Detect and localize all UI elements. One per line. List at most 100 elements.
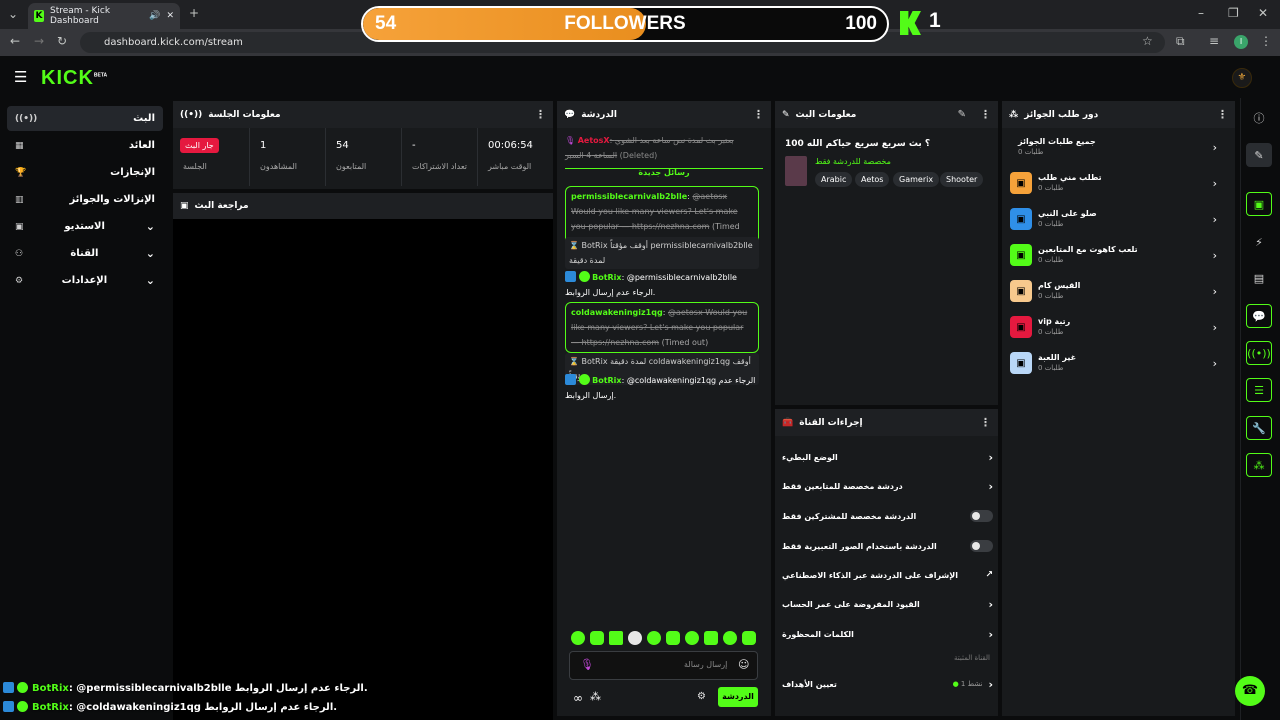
actions-icon[interactable]: ☰	[1246, 378, 1272, 402]
stat-viewers: 1 المشاهدون	[249, 128, 328, 186]
preview-icon[interactable]: ▣	[1246, 192, 1272, 216]
reward-icon: ▣	[1010, 280, 1032, 302]
action-slow-mode[interactable]: الوضع البطيء ›	[782, 443, 993, 471]
more-options-icon[interactable]: ⋮	[980, 108, 991, 121]
more-options-icon[interactable]: ⋮	[980, 416, 991, 429]
minimize-icon[interactable]: –	[1198, 6, 1204, 20]
send-chat-button[interactable]: الدردشة	[718, 687, 758, 707]
action-ai-moderation[interactable]: الإشراف على الدردشة عبر الذكاء الاصطناعي…	[782, 561, 993, 589]
document-icon[interactable]: ▤	[1246, 266, 1272, 290]
rewards-all-requests[interactable]: جميع طلبات الجوائز طلبات 0 ›	[1010, 131, 1217, 163]
more-options-icon[interactable]: ⋮	[753, 108, 764, 121]
close-window-icon[interactable]: ✕	[1258, 6, 1268, 20]
reward-item[interactable]: ▣ غير اللعبة طلبات 0 ›	[1010, 347, 1217, 379]
points-icon[interactable]: ⁂	[590, 690, 601, 703]
bot-badge-icon	[3, 682, 14, 693]
chat-text: : @coldawakeningiz1qg الرجاء عدم إرسال ا…	[68, 702, 338, 713]
action-followers-only[interactable]: دردشة مخصصة للمتابعين فقط ›	[782, 472, 993, 500]
edit-pencil-icon[interactable]: ✎	[1246, 143, 1272, 167]
new-tab-icon[interactable]: +	[189, 6, 199, 20]
reward-item[interactable]: ▣ تطلب مني طلب طلبات 0 ›	[1010, 167, 1217, 199]
emote-icon[interactable]	[666, 631, 680, 645]
browser-tab[interactable]: K Stream - Kick Dashboard 🔊 ✕	[28, 3, 180, 29]
chat-message-bot-1[interactable]: BotRix: @permissiblecarnivalb2blle الرجا…	[565, 270, 759, 300]
browser-menu-icon[interactable]: ⋮	[1260, 34, 1272, 48]
action-label: تعيين الأهداف	[782, 679, 837, 689]
emotes-only-toggle[interactable]	[970, 540, 993, 552]
profile-icon[interactable]: I	[1234, 35, 1248, 49]
chat-username: BotRix	[31, 683, 69, 694]
emote-icon[interactable]	[647, 631, 661, 645]
reward-item[interactable]: ▣ تلعب كاهوت مع المتابعين طلبات 0 ›	[1010, 239, 1217, 271]
overlay-chat-line: BotRix: @coldawakeningiz1qg الرجاء عدم إ…	[3, 701, 337, 713]
sidebar-item-achievements[interactable]: 🏆 الإنجازات	[7, 160, 163, 185]
chat-message-deleted[interactable]: 🎙 AetosX: بعتبر بث لمدة نص ساعة بعد الشو…	[565, 133, 759, 163]
forward-icon[interactable]: →	[34, 34, 44, 48]
tab-audio-icon[interactable]: 🔊	[149, 11, 160, 21]
emote-icon[interactable]	[742, 631, 756, 645]
sidebar-item-settings[interactable]: ⚙ الإعدادات ⌄	[7, 268, 163, 293]
lightning-icon[interactable]: ⚡	[1246, 230, 1272, 254]
bot-badge-icon	[565, 374, 576, 385]
rewards-icon[interactable]: ⁂	[1246, 453, 1272, 477]
deleted-tag: (Deleted)	[619, 151, 658, 160]
emote-icon[interactable]	[609, 631, 623, 645]
chat-input[interactable]: 🎙 إرسال رسالة ☺	[569, 651, 758, 680]
tab-close-icon[interactable]: ✕	[166, 11, 174, 21]
sidebar-item-studio[interactable]: ▣ الاستديو ⌄	[7, 214, 163, 239]
chat-message-bot-2[interactable]: BotRix: @coldawakeningiz1qg الرجاء عدم إ…	[565, 373, 759, 403]
restore-icon[interactable]: ❐	[1228, 6, 1239, 20]
emoji-icon[interactable]: ☺	[738, 658, 749, 671]
panel-title: معلومات البث	[795, 109, 857, 120]
reward-icon: ▣	[1010, 172, 1032, 194]
mic-icon: 🎙	[565, 136, 576, 145]
tag-chip: Aetos	[855, 172, 890, 187]
media-icon[interactable]: ≡	[1209, 34, 1219, 48]
extensions-icon[interactable]: ⧉	[1176, 34, 1185, 49]
reward-item[interactable]: ▣ القيس كام طلبات 0 ›	[1010, 275, 1217, 307]
infinity-icon[interactable]: ∞	[573, 691, 583, 705]
action-banned-words[interactable]: الكلمات المحظورة ›	[782, 620, 993, 648]
hamburger-menu-icon[interactable]: ☰	[14, 68, 27, 86]
avatar[interactable]: ⚜	[1232, 68, 1252, 88]
info-icon[interactable]: ⓘ	[1246, 106, 1272, 130]
sidebar-item-label: الإنزالات والجوائز	[69, 194, 155, 205]
reload-icon[interactable]: ↻	[57, 34, 67, 48]
sidebar-item-stream[interactable]: ((•)) البث	[7, 106, 163, 131]
chat-bubble-icon[interactable]: 💬	[1246, 304, 1272, 328]
wrench-icon[interactable]: 🔧	[1246, 416, 1272, 440]
sidebar-item-drops[interactable]: ▥ الإنزالات والجوائز	[7, 187, 163, 212]
goals-status: نشط 1	[960, 680, 983, 688]
broadcast-icon[interactable]: ((•))	[1246, 341, 1272, 365]
panel-title: معلومات الجلسة	[208, 109, 281, 120]
mic-icon[interactable]: 🎙	[580, 658, 594, 671]
reward-item[interactable]: ▣ صلو على النبي طلبات 0 ›	[1010, 203, 1217, 235]
back-icon[interactable]: ←	[10, 34, 20, 48]
more-options-icon[interactable]: ⋮	[535, 108, 546, 121]
sidebar-item-revenue[interactable]: ▦ العائد	[7, 133, 163, 158]
gear-icon[interactable]: ⚙	[697, 691, 706, 702]
stream-info-header: ✎ معلومات البث ✎ ⋮	[775, 101, 998, 128]
stream-category[interactable]: مخصصة للدردشة فقط	[815, 157, 891, 166]
more-options-icon[interactable]: ⋮	[1217, 108, 1228, 121]
action-label: الكلمات المحظورة	[782, 629, 854, 639]
subscribers-only-toggle[interactable]	[970, 510, 993, 522]
help-chat-button[interactable]: ☎	[1235, 676, 1265, 706]
emote-icon[interactable]	[590, 631, 604, 645]
action-set-goals[interactable]: تعيين الأهداف ● نشط 1 ›	[782, 670, 993, 698]
emote-icon[interactable]	[723, 631, 737, 645]
bot-badge-icon	[3, 701, 14, 712]
kick-logo[interactable]: KICKBETA	[41, 67, 107, 90]
sidebar-item-channel[interactable]: ⚇ القناة ⌄	[7, 241, 163, 266]
emote-icon[interactable]	[685, 631, 699, 645]
emote-icon[interactable]	[628, 631, 642, 645]
edit-pencil-icon[interactable]: ✎	[958, 109, 966, 120]
reward-item[interactable]: ▣ vip رتبة طلبات 0 ›	[1010, 311, 1217, 343]
chat-message-timedout-2[interactable]: coldawakeningiz1qg: @aetosx Would you li…	[565, 302, 759, 353]
bookmark-star-icon[interactable]: ☆	[1142, 34, 1153, 48]
emote-icon[interactable]	[571, 631, 585, 645]
tab-list-icon[interactable]: ⌄	[8, 7, 18, 21]
sidebar-item-label: الإنجازات	[110, 167, 155, 178]
emote-icon[interactable]	[704, 631, 718, 645]
action-account-age[interactable]: القيود المفروضة على عمر الحساب ›	[782, 590, 993, 618]
